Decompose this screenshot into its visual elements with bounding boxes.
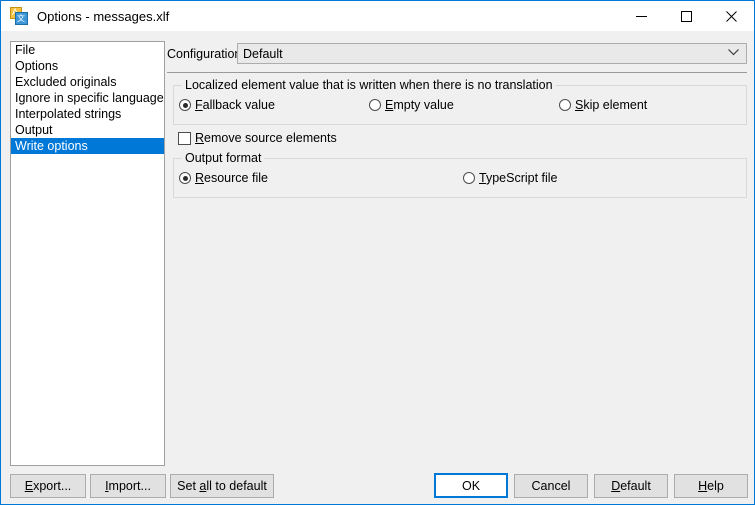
translation-file-icon [10, 6, 28, 25]
checkbox-remove-source-elements-label: Remove source elements [195, 131, 337, 145]
radio-mark-icon [463, 172, 475, 184]
radio-resource-file-label: Resource file [195, 171, 268, 185]
radio-fallback-value[interactable]: Fallback value [179, 98, 275, 112]
radio-skip-element-label: Skip element [575, 98, 648, 112]
import-button-label: Import... [105, 479, 151, 493]
group-output-format-legend: Output format [182, 151, 265, 165]
group-output-format: Output format Resource file TypeScript f… [173, 151, 747, 198]
minimize-icon [636, 15, 647, 17]
export-button[interactable]: Export... [10, 474, 86, 498]
maximize-button[interactable] [664, 1, 709, 31]
radio-mark-icon [179, 172, 191, 184]
category-list[interactable]: File Options Excluded originals Ignore i… [10, 41, 165, 466]
chevron-down-icon [728, 49, 739, 56]
configuration-select[interactable]: Default [237, 43, 747, 64]
checkbox-mark-icon [178, 131, 191, 145]
settings-panel: Configuration: Default Localized element… [167, 39, 747, 466]
radio-mark-icon [369, 99, 381, 111]
import-button[interactable]: Import... [90, 474, 166, 498]
ok-button-label: OK [461, 478, 481, 493]
ok-button[interactable]: OK [434, 473, 508, 498]
checkbox-remove-source-elements[interactable]: Remove source elements [178, 131, 337, 145]
radio-mark-icon [559, 99, 571, 111]
sidebar-item-output[interactable]: Output [11, 122, 164, 138]
help-button[interactable]: Help [674, 474, 748, 498]
configuration-label: Configuration: [167, 47, 245, 61]
radio-typescript-file-label: TypeScript file [479, 171, 558, 185]
sidebar-item-write-options[interactable]: Write options [11, 138, 164, 154]
radio-skip-element[interactable]: Skip element [559, 98, 647, 112]
radio-typescript-file[interactable]: TypeScript file [463, 171, 558, 185]
help-button-label: Help [698, 479, 724, 493]
group-localized-element-value: Localized element value that is written … [173, 78, 747, 125]
options-dialog-window: Options - messages.xlf File Options Excl… [0, 0, 755, 505]
sidebar-item-options[interactable]: Options [11, 58, 164, 74]
group-localized-legend: Localized element value that is written … [182, 78, 556, 92]
radio-fallback-value-label: Fallback value [195, 98, 275, 112]
window-controls [619, 1, 754, 31]
default-button-label: Default [611, 479, 651, 493]
radio-empty-value[interactable]: Empty value [369, 98, 454, 112]
maximize-icon [681, 10, 692, 22]
set-all-to-default-button-label: Set all to default [177, 479, 267, 493]
cancel-button-label: Cancel [531, 479, 571, 493]
default-button[interactable]: Default [594, 474, 668, 498]
panel-separator [167, 72, 747, 73]
radio-mark-icon [179, 99, 191, 111]
export-button-label: Export... [24, 479, 72, 493]
set-all-to-default-button[interactable]: Set all to default [170, 474, 274, 498]
sidebar-item-interpolated-strings[interactable]: Interpolated strings [11, 106, 164, 122]
sidebar-item-excluded-originals[interactable]: Excluded originals [11, 74, 164, 90]
close-button[interactable] [709, 1, 754, 31]
window-title: Options - messages.xlf [37, 8, 170, 24]
configuration-value: Default [243, 46, 283, 61]
radio-empty-value-label: Empty value [385, 98, 454, 112]
sidebar-item-ignore-in-specific-languages[interactable]: Ignore in specific languages [11, 90, 164, 106]
minimize-button[interactable] [619, 1, 664, 31]
close-icon [726, 10, 737, 22]
configuration-row: Configuration: Default [167, 43, 747, 65]
radio-resource-file[interactable]: Resource file [179, 171, 268, 185]
cancel-button[interactable]: Cancel [514, 474, 588, 498]
sidebar-item-file[interactable]: File [11, 42, 164, 58]
